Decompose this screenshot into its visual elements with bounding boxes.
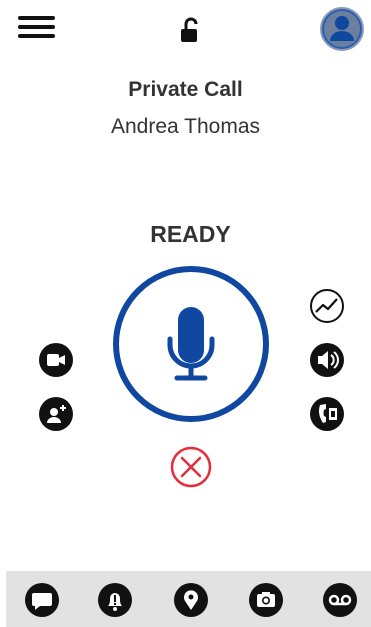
voicemail-button[interactable] [322,582,358,618]
video-camera-icon [39,343,73,377]
add-participant-button[interactable] [38,396,74,432]
call-type-label: Private Call [128,78,243,101]
end-call-button[interactable] [169,446,213,490]
camera-button[interactable] [248,582,284,618]
contact-name: Andrea Thomas [110,115,261,138]
messages-button[interactable] [24,582,60,618]
voicemail-icon [323,583,357,617]
add-user-icon [39,397,73,431]
message-icon [25,583,59,617]
activity-chart-icon [310,289,344,323]
push-to-talk-button[interactable] [111,264,271,424]
close-circle-icon [170,446,212,488]
user-avatar-icon [320,7,364,51]
location-pin-icon [174,583,208,617]
menu-button[interactable] [18,16,56,40]
avatar-button[interactable] [320,7,364,51]
video-call-button[interactable] [38,342,74,378]
microphone-icon [167,307,215,381]
bottom-navigation [6,571,371,627]
activity-button[interactable] [309,288,345,324]
camera-icon [249,583,283,617]
speaker-button[interactable] [309,342,345,378]
menu-icon [18,16,55,20]
location-button[interactable] [173,582,209,618]
call-status: READY [150,221,231,247]
speaker-icon [310,343,344,377]
unlock-icon[interactable] [178,16,204,44]
phone-call-button[interactable] [309,396,345,432]
alert-button[interactable] [97,582,133,618]
phone-call-icon [310,397,344,431]
alert-bell-icon [98,583,132,617]
